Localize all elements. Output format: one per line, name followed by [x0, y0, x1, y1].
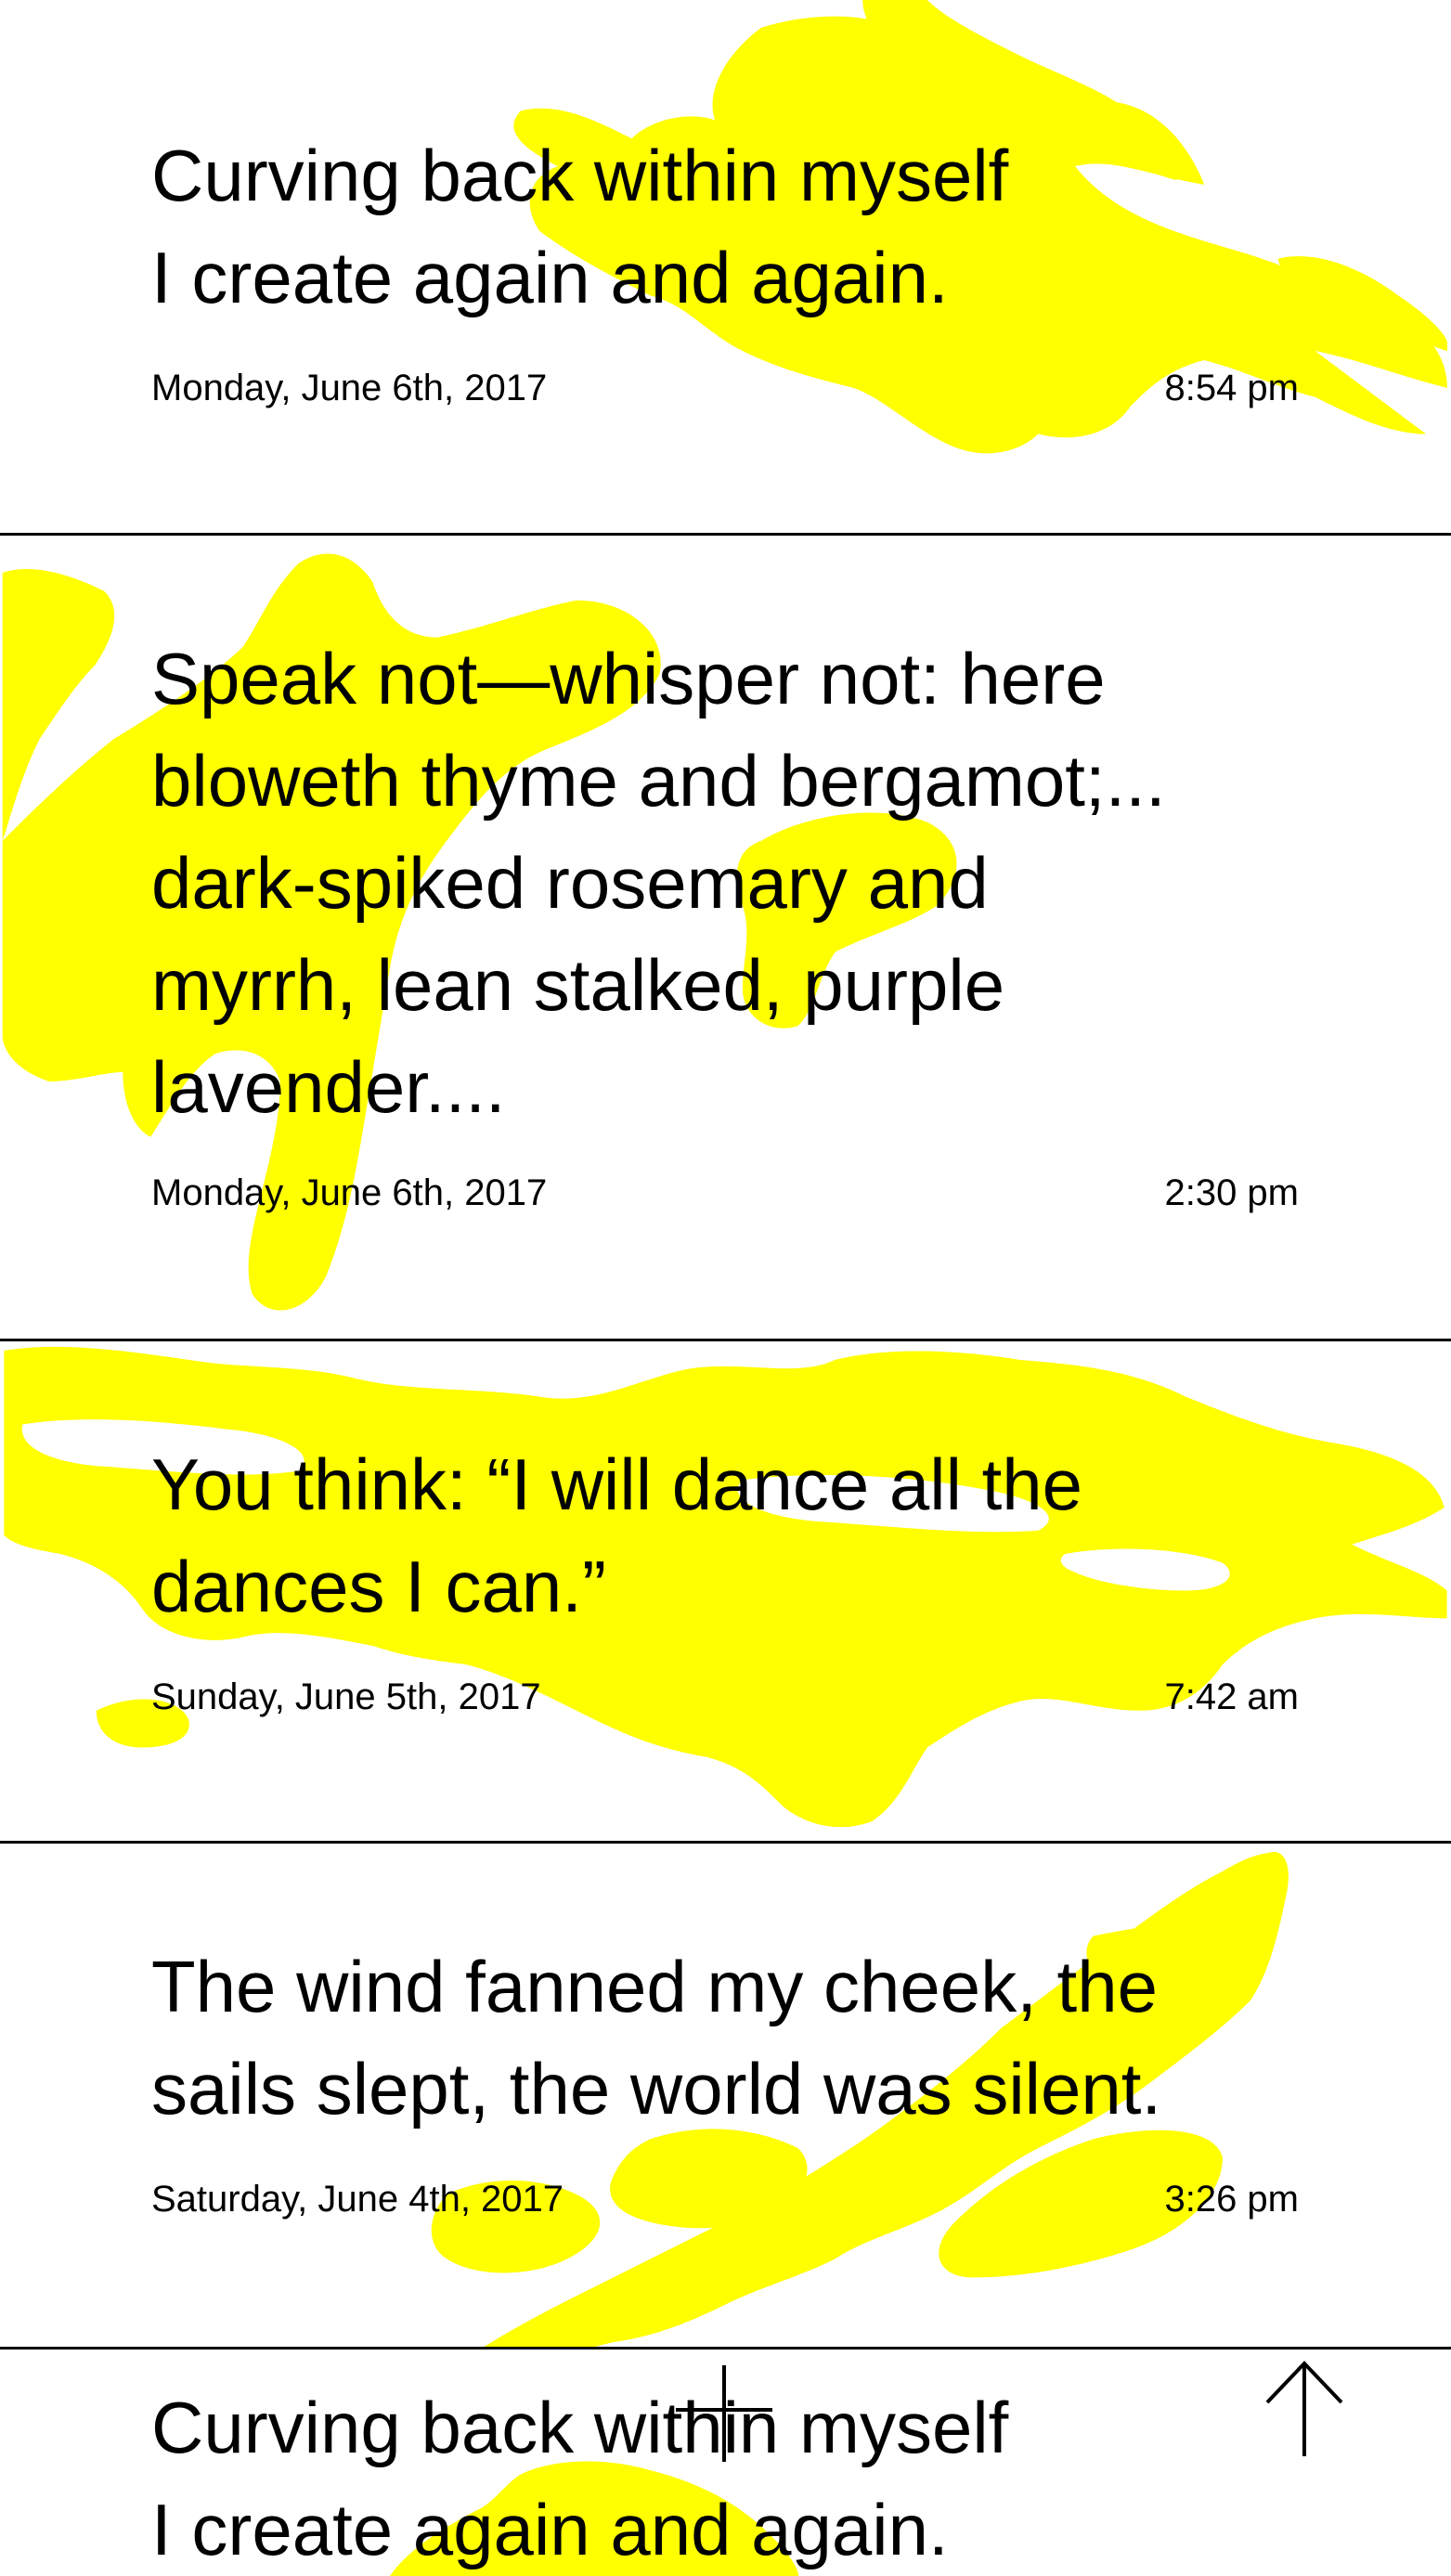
entry-card[interactable]: The wind fanned my cheek, the sails slep…: [0, 1844, 1451, 2349]
entry-card[interactable]: You think: “I will dance all the dances …: [0, 1341, 1451, 1844]
plus-icon: [676, 2365, 772, 2462]
entry-date: Sunday, June 5th, 2017: [151, 1676, 541, 1717]
entry-text: You think: “I will dance all the dances …: [151, 1443, 1083, 1627]
entry-date: Monday, June 6th, 2017: [151, 368, 548, 408]
add-entry-button[interactable]: [668, 2358, 780, 2469]
entry-time: 3:26 pm: [1164, 2179, 1299, 2220]
entry-date: Saturday, June 4th, 2017: [151, 2179, 564, 2220]
arrow-up-icon: [1265, 2361, 1343, 2456]
entry-text: Curving back within myself I create agai…: [151, 135, 1009, 318]
entry-card[interactable]: Speak not—whisper not: here bloweth thym…: [0, 536, 1451, 1341]
scroll-to-top-button[interactable]: [1253, 2356, 1355, 2458]
entry-time: 7:42 am: [1164, 1676, 1299, 1717]
entry-card[interactable]: Curving back within myself I create agai…: [0, 0, 1451, 536]
entry-time: 8:54 pm: [1164, 368, 1299, 408]
entry-text: The wind fanned my cheek, the sails slep…: [151, 1946, 1162, 2129]
entry-time: 2:30 pm: [1164, 1172, 1299, 1213]
entry-text: Speak not—whisper not: here bloweth thym…: [151, 638, 1166, 1128]
entry-date: Monday, June 6th, 2017: [151, 1172, 548, 1213]
